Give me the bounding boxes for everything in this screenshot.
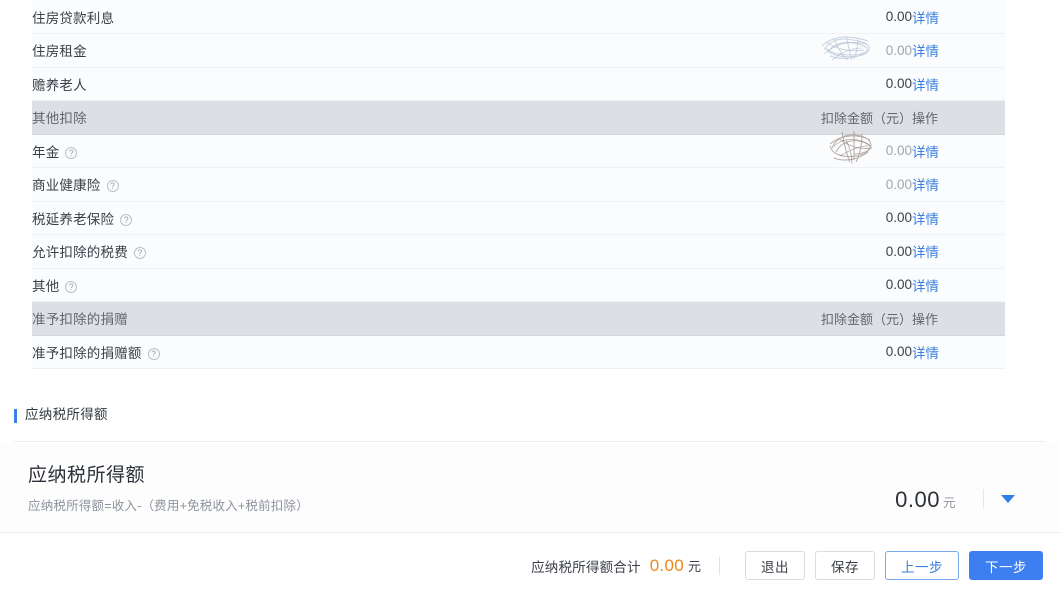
row-label-cell: 年金?: [32, 134, 777, 168]
row-label-cell: 税延养老保险?: [32, 201, 777, 235]
row-action-cell: 详情: [912, 33, 1005, 68]
save-button[interactable]: 保存: [815, 551, 875, 580]
row-action-cell: 详情: [912, 167, 1005, 202]
row-amount: 0.00: [777, 234, 912, 269]
row-label-cell: 其他?: [32, 268, 777, 302]
row-label-cell: 允许扣除的税费?: [32, 234, 777, 269]
row-label-cell: 准予扣除的捐赠额?: [32, 335, 777, 369]
detail-link[interactable]: 详情: [912, 346, 939, 361]
row-label: 住房租金: [32, 44, 87, 60]
deduction-table: 住房贷款利息 0.00 详情 住房租金 0.00 详情 赡养老人 0.00 详情 其他扣除 扣除金额…: [32, 0, 1005, 369]
row-amount: 0.00: [777, 201, 912, 235]
deduction-table-container: 住房贷款利息 0.00 详情 住房租金 0.00 详情 赡养老人 0.00 详情 其他扣除 扣除金额…: [32, 0, 1005, 369]
row-amount: 0.00: [777, 134, 912, 168]
row-label-cell: 住房贷款利息: [32, 0, 777, 34]
detail-link[interactable]: 详情: [912, 78, 939, 93]
row-action-cell: 详情: [912, 335, 1005, 369]
table-row: 年金? 0.00 详情: [32, 134, 1005, 168]
summary-amount: 0.00 元: [895, 487, 956, 513]
payroll-tax-deduction-page: 住房贷款利息 0.00 详情 住房租金 0.00 详情 赡养老人 0.00 详情 其他扣除 扣除金额…: [0, 0, 1060, 591]
column-header-action: 操作: [912, 100, 1005, 135]
row-label-cell: 准予扣除的捐赠: [32, 301, 777, 336]
table-group-row: 其他扣除 扣除金额（元） 操作: [32, 100, 1005, 135]
summary-formula: 应纳税所得额=收入-（费用+免税收入+税前扣除）: [28, 499, 309, 513]
row-amount: 0.00: [777, 33, 912, 68]
next-step-button[interactable]: 下一步: [969, 551, 1043, 580]
help-icon[interactable]: ?: [120, 213, 133, 226]
table-row: 赡养老人 0.00 详情: [32, 67, 1005, 101]
row-amount: 0.00: [777, 335, 912, 369]
row-label: 准予扣除的捐赠额: [32, 345, 142, 361]
detail-link[interactable]: 详情: [912, 11, 939, 26]
column-header-amount: 扣除金额（元）: [777, 301, 912, 336]
footer-separator: [719, 556, 720, 575]
table-row: 允许扣除的税费? 0.00 详情: [32, 234, 1005, 269]
table-row: 住房租金 0.00 详情: [32, 33, 1005, 68]
footer-total-unit: 元: [687, 559, 701, 574]
section-header-taxable-income: 应纳税所得额: [14, 404, 1046, 442]
detail-link[interactable]: 详情: [912, 44, 939, 59]
summary-divider: [983, 489, 984, 508]
table-row: 住房贷款利息 0.00 详情: [32, 0, 1005, 34]
row-amount: 0.00: [777, 167, 912, 202]
detail-link[interactable]: 详情: [912, 145, 939, 160]
row-label: 税延养老保险: [32, 211, 115, 227]
chevron-down-icon[interactable]: [1001, 495, 1015, 503]
row-amount: 0.00: [777, 67, 912, 101]
table-row: 税延养老保险? 0.00 详情: [32, 201, 1005, 235]
footer-total-value: 0.00: [649, 555, 684, 575]
row-action-cell: 详情: [912, 0, 1005, 34]
row-label-cell: 商业健康险?: [32, 167, 777, 202]
row-action-cell: 详情: [912, 134, 1005, 168]
row-amount: 0.00: [777, 0, 912, 34]
row-label: 商业健康险: [32, 178, 101, 194]
row-label: 准予扣除的捐赠: [32, 312, 128, 328]
previous-step-button[interactable]: 上一步: [885, 551, 959, 580]
section-title: 应纳税所得额: [25, 407, 108, 422]
row-label: 其他扣除: [32, 111, 87, 127]
help-icon[interactable]: ?: [65, 146, 78, 159]
column-header-action: 操作: [912, 301, 1005, 336]
row-action-cell: 详情: [912, 201, 1005, 235]
table-group-row: 准予扣除的捐赠 扣除金额（元） 操作: [32, 301, 1005, 336]
table-row: 其他? 0.00 详情: [32, 268, 1005, 302]
row-label-cell: 住房租金: [32, 33, 777, 68]
row-label-cell: 其他扣除: [32, 100, 777, 135]
row-action-cell: 详情: [912, 234, 1005, 269]
row-label: 赡养老人: [32, 77, 87, 93]
summary-amount-value: 0.00: [895, 487, 940, 512]
row-label: 允许扣除的税费: [32, 245, 128, 261]
row-action-cell: 详情: [912, 67, 1005, 101]
summary-title: 应纳税所得额: [28, 465, 146, 486]
help-icon[interactable]: ?: [65, 280, 78, 293]
detail-link[interactable]: 详情: [912, 245, 939, 260]
section-accent-bar: [14, 409, 17, 423]
detail-link[interactable]: 详情: [912, 178, 939, 193]
footer-total-label: 应纳税所得额合计: [531, 559, 641, 575]
exit-button[interactable]: 退出: [745, 551, 805, 580]
taxable-income-summary-card: 应纳税所得额 应纳税所得额=收入-（费用+免税收入+税前扣除） 0.00 元: [0, 443, 1060, 533]
footer-action-bar: 应纳税所得额合计 0.00 元 退出 保存 上一步 下一步: [0, 540, 1060, 591]
table-row: 准予扣除的捐赠额? 0.00 详情: [32, 335, 1005, 369]
help-icon[interactable]: ?: [133, 247, 146, 260]
help-icon[interactable]: ?: [147, 347, 160, 360]
row-label: 住房贷款利息: [32, 10, 115, 26]
column-header-amount: 扣除金额（元）: [777, 100, 912, 135]
row-label-cell: 赡养老人: [32, 67, 777, 101]
table-row: 商业健康险? 0.00 详情: [32, 167, 1005, 202]
detail-link[interactable]: 详情: [912, 279, 939, 294]
detail-link[interactable]: 详情: [912, 212, 939, 227]
row-action-cell: 详情: [912, 268, 1005, 302]
row-amount: 0.00: [777, 268, 912, 302]
row-label: 年金: [32, 144, 60, 160]
summary-amount-unit: 元: [942, 496, 956, 510]
help-icon[interactable]: ?: [106, 180, 119, 193]
row-label: 其他: [32, 278, 60, 294]
